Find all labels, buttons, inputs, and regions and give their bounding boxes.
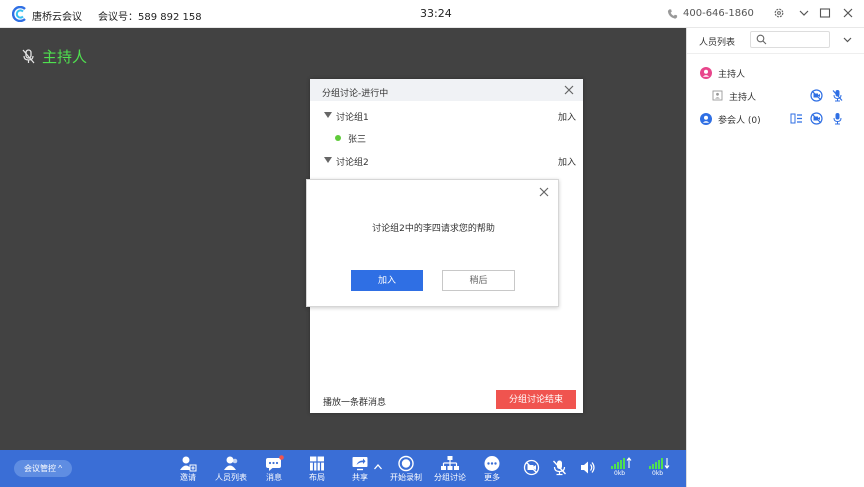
record-icon xyxy=(398,455,414,472)
participants-icon xyxy=(224,456,238,470)
chevron-down-icon[interactable] xyxy=(842,34,853,45)
signal-bars-icon xyxy=(611,457,632,469)
breakout-icon xyxy=(441,456,459,470)
invite-label: 邀请 xyxy=(180,473,196,482)
breakout-member-row: 张三 xyxy=(335,132,435,146)
invite-button[interactable]: 邀请 xyxy=(167,453,209,485)
share-screen-icon xyxy=(352,457,368,471)
attendee-group-row[interactable]: 参会人 (0) xyxy=(699,112,859,128)
breakout-button[interactable]: 分组讨论 xyxy=(429,453,471,485)
host-group-icon xyxy=(700,67,712,79)
participants-button[interactable]: 人员列表 xyxy=(210,453,252,485)
maximize-icon[interactable] xyxy=(819,7,831,19)
join-group-2-link[interactable]: 加入 xyxy=(558,155,576,168)
triangle-down-icon xyxy=(324,112,332,118)
breakout-group-2[interactable]: 讨论组2 xyxy=(324,155,574,169)
help-request-dialog: 讨论组2中的李四请求您的帮助 加入 稍后 xyxy=(306,179,559,307)
app-brand: 唐桥云会议 xyxy=(32,12,82,23)
mute-all-icon[interactable] xyxy=(790,112,803,125)
speaker-icon[interactable] xyxy=(579,459,596,476)
breakout-group-name: 讨论组1 xyxy=(336,113,369,123)
support-phone: 400-646-1860 xyxy=(683,8,754,19)
meeting-id-value: 589 892 158 xyxy=(138,12,202,23)
close-icon[interactable] xyxy=(563,84,575,96)
layout-icon xyxy=(310,456,324,471)
meeting-id: 会议号：589 892 158 xyxy=(98,8,202,23)
video-host-label: 主持人 xyxy=(42,48,88,66)
microphone-muted-icon[interactable] xyxy=(551,459,568,476)
online-status-icon xyxy=(335,135,341,141)
meeting-id-label: 会议号： xyxy=(98,12,138,23)
settings-gear-icon[interactable] xyxy=(773,7,785,19)
close-icon[interactable] xyxy=(842,7,854,19)
invite-icon xyxy=(180,456,197,472)
broadcast-message-link[interactable]: 播放一条群消息 xyxy=(323,395,386,408)
more-button[interactable]: 更多 xyxy=(471,453,513,485)
close-icon[interactable] xyxy=(538,186,550,198)
later-button[interactable]: 稍后 xyxy=(442,270,515,291)
search-icon xyxy=(756,34,767,45)
participant-name: 主持人 xyxy=(729,93,757,103)
participant-row-host[interactable]: 主持人 xyxy=(711,89,861,105)
meeting-toolbar: 会议管控 ^ 邀请 人员列表 消息 布局 共享 开始录制 分组讨论 更多 0kb… xyxy=(0,450,686,487)
breakout-group-1[interactable]: 讨论组1 xyxy=(324,110,574,124)
breakout-panel-title: 分组讨论-进行中 xyxy=(322,89,389,99)
camera-off-icon[interactable] xyxy=(523,459,540,476)
host-group-label: 主持人 xyxy=(718,70,746,80)
title-bar: 唐桥云会议 会议号：589 892 158 33:24 400-646-1860 xyxy=(0,0,864,28)
attendee-group-label: 参会人 (0) xyxy=(718,116,761,126)
camera-off-icon[interactable] xyxy=(810,112,823,125)
layout-label: 布局 xyxy=(309,473,325,482)
participants-label: 人员列表 xyxy=(215,473,247,482)
attendee-group-icon xyxy=(700,113,712,125)
meeting-timer: 33:24 xyxy=(420,7,452,20)
camera-off-icon[interactable] xyxy=(810,89,823,102)
download-bandwidth: 0kb xyxy=(648,455,674,483)
upload-rate: 0kb xyxy=(614,470,626,477)
help-request-message: 讨论组2中的李四请求您的帮助 xyxy=(372,224,495,234)
host-group-row[interactable]: 主持人 xyxy=(699,66,859,82)
participants-panel-header: 人员列表 xyxy=(687,28,864,54)
microphone-muted-icon[interactable] xyxy=(831,89,844,102)
chat-label: 消息 xyxy=(266,473,282,482)
share-screen-label: 共享 xyxy=(352,473,368,482)
triangle-down-icon xyxy=(324,157,332,163)
app-logo-icon xyxy=(12,6,26,22)
join-group-1-link[interactable]: 加入 xyxy=(558,110,576,123)
breakout-label: 分组讨论 xyxy=(434,473,466,482)
signal-bars-icon xyxy=(649,458,670,469)
join-button[interactable]: 加入 xyxy=(351,270,423,291)
more-icon xyxy=(484,456,500,471)
phone-icon xyxy=(667,9,678,19)
end-breakout-button[interactable]: 分组讨论结束 xyxy=(496,390,576,409)
layout-button[interactable]: 布局 xyxy=(296,453,338,485)
start-recording-label: 开始录制 xyxy=(390,473,422,482)
participant-device-icon xyxy=(712,90,723,101)
microphone-icon[interactable] xyxy=(831,112,844,125)
breakout-panel-header: 分组讨论-进行中 xyxy=(310,79,583,101)
meeting-control-button[interactable]: 会议管控 ^ xyxy=(14,460,72,477)
breakout-member-name: 张三 xyxy=(348,135,367,145)
upload-bandwidth: 0kb xyxy=(610,455,636,483)
chevron-up-icon[interactable] xyxy=(373,462,383,472)
chevron-down-icon[interactable] xyxy=(798,7,810,19)
start-recording-button[interactable]: 开始录制 xyxy=(385,453,427,485)
chat-button[interactable]: 消息 xyxy=(253,453,295,485)
microphone-muted-icon xyxy=(22,49,35,64)
chat-icon xyxy=(266,455,284,471)
breakout-group-name: 讨论组2 xyxy=(336,158,369,168)
participants-panel-title: 人员列表 xyxy=(699,38,736,48)
participants-panel: 人员列表 主持人 主持人 参会人 (0) xyxy=(686,28,864,487)
download-rate: 0kb xyxy=(652,470,664,477)
more-label: 更多 xyxy=(484,473,500,482)
